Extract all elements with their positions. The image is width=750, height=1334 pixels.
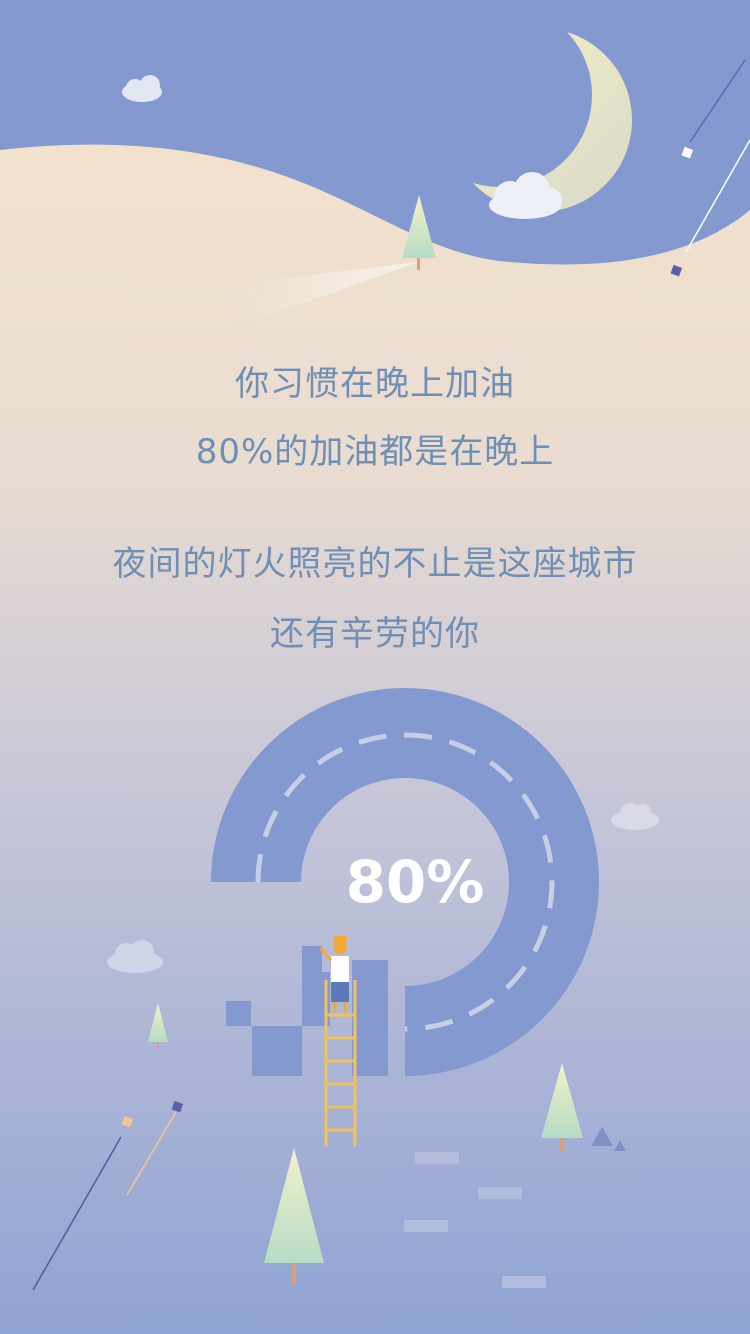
headline-line-2: 80%的加油都是在晚上 <box>195 432 555 472</box>
headline-line-3: 夜间的灯火照亮的不止是这座城市 <box>112 544 638 584</box>
headline-line-4: 还有辛劳的你 <box>270 614 480 654</box>
night-scene-illustration <box>0 0 750 1334</box>
progress-percentage: 80% <box>345 848 485 916</box>
poster: 你习惯在晚上加油 80%的加油都是在晚上 夜间的灯火照亮的不止是这座城市 还有辛… <box>0 0 750 1334</box>
headline-line-1: 你习惯在晚上加油 <box>235 364 515 404</box>
